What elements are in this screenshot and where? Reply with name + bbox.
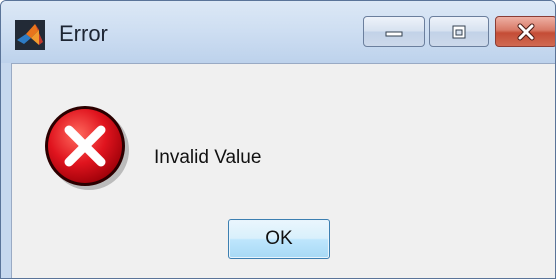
window-title: Error — [59, 21, 108, 46]
error-dialog-window: Error Invalid Value OK — [0, 0, 556, 279]
dialog-body: Invalid Value OK — [11, 63, 555, 278]
minimize-icon — [385, 31, 403, 36]
ok-button[interactable]: OK — [228, 219, 330, 259]
title-bar[interactable]: Error — [1, 1, 555, 63]
close-icon — [517, 23, 535, 40]
matlab-icon — [15, 20, 45, 50]
close-button[interactable] — [495, 16, 555, 47]
minimize-button[interactable] — [363, 16, 425, 47]
error-message: Invalid Value — [154, 147, 262, 168]
maximize-button[interactable] — [429, 16, 489, 47]
error-icon — [45, 106, 129, 190]
maximize-icon — [452, 25, 466, 38]
